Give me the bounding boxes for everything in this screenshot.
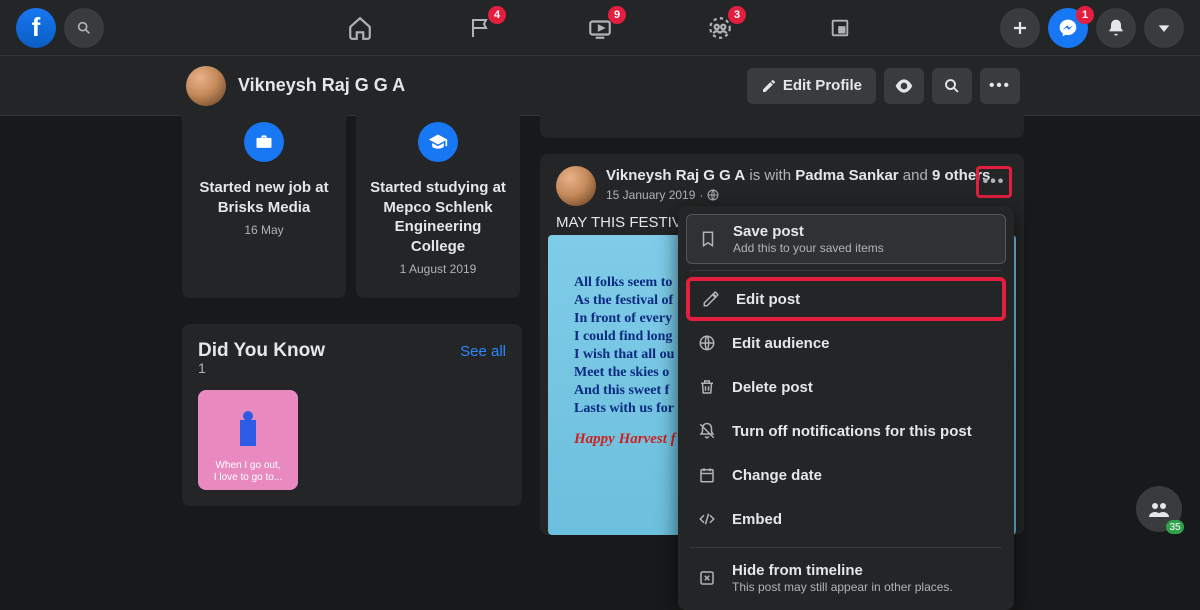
pencil-icon (761, 78, 777, 94)
pencil-icon (700, 290, 722, 308)
create-button[interactable] (1000, 8, 1040, 48)
center-nav-tabs: 4 9 3 (340, 8, 860, 48)
fab-badge: 35 (1166, 520, 1184, 534)
profile-search-button[interactable] (932, 68, 972, 104)
person-icon (240, 420, 256, 446)
menu-edit-post[interactable]: Edit post (686, 277, 1006, 321)
messenger-button[interactable]: 1 (1048, 8, 1088, 48)
life-event-date: 16 May (244, 223, 283, 237)
life-event-date: 1 August 2019 (400, 262, 477, 276)
notifications-button[interactable] (1096, 8, 1136, 48)
see-all-link[interactable]: See all (460, 343, 506, 360)
life-events-row: Started new job at Brisks Media 16 May S… (182, 106, 522, 298)
search-icon (76, 20, 92, 36)
bell-icon (1106, 18, 1126, 38)
menu-turn-off-notifications[interactable]: Turn off notifications for this post (686, 409, 1006, 453)
messenger-icon (1058, 18, 1078, 38)
graduation-icon (418, 122, 458, 162)
post-author[interactable]: Vikneysh Raj G G A (606, 167, 745, 184)
comment-input-preview[interactable] (540, 106, 1024, 138)
watch-tab[interactable]: 9 (580, 8, 620, 48)
bell-off-icon (696, 422, 718, 440)
dyk-title: Did You Know (198, 340, 325, 362)
code-icon (696, 510, 718, 528)
gaming-tab[interactable] (820, 8, 860, 48)
groups-tab[interactable]: 3 (700, 8, 740, 48)
dyk-tile-text: When I go out, I love to go to... (210, 460, 286, 484)
post-actions-menu: Save post Add this to your saved items E… (678, 206, 1014, 610)
edit-profile-button[interactable]: Edit Profile (747, 68, 876, 104)
pages-badge: 4 (488, 6, 506, 24)
search-icon (943, 77, 961, 95)
messenger-badge: 1 (1076, 6, 1094, 24)
post-actions-button[interactable]: ••• (976, 166, 1012, 198)
life-event-title: Started studying at Mepco Schlenk Engine… (368, 178, 508, 256)
menu-save-post[interactable]: Save post Add this to your saved items (686, 214, 1006, 264)
caret-down-icon (1156, 20, 1172, 36)
dyk-tile[interactable]: When I go out, I love to go to... (198, 390, 298, 490)
life-event-card[interactable]: Started new job at Brisks Media 16 May (182, 106, 346, 298)
life-event-title: Started new job at Brisks Media (194, 178, 334, 217)
post-timestamp[interactable]: 15 January 2019 · (606, 188, 995, 202)
trash-icon (696, 378, 718, 396)
subheader-actions: Edit Profile ••• (747, 68, 1020, 104)
globe-icon (696, 334, 718, 352)
gaming-icon (829, 17, 851, 39)
profile-more-button[interactable]: ••• (980, 68, 1020, 104)
dots-icon: ••• (989, 77, 1011, 94)
bookmark-icon (697, 230, 719, 248)
pages-tab[interactable]: 4 (460, 8, 500, 48)
home-icon (347, 15, 373, 41)
life-event-card[interactable]: Started studying at Mepco Schlenk Engine… (356, 106, 520, 298)
people-icon (1147, 497, 1171, 521)
x-square-icon (696, 569, 718, 587)
groups-badge: 3 (728, 6, 746, 24)
new-messages-fab[interactable]: 35 (1136, 486, 1182, 532)
content-area: Started new job at Brisks Media 16 May S… (0, 116, 1200, 535)
plus-icon (1011, 19, 1029, 37)
eye-icon (894, 76, 914, 96)
watch-badge: 9 (608, 6, 626, 24)
profile-name: Vikneysh Raj G G A (238, 75, 405, 96)
avatar[interactable] (556, 166, 596, 206)
menu-separator (690, 270, 1002, 271)
left-column: Started new job at Brisks Media 16 May S… (182, 116, 522, 535)
menu-embed[interactable]: Embed (686, 497, 1006, 541)
view-as-button[interactable] (884, 68, 924, 104)
menu-separator (690, 547, 1002, 548)
menu-change-date[interactable]: Change date (686, 453, 1006, 497)
avatar[interactable] (186, 66, 226, 106)
public-icon (707, 189, 719, 201)
account-menu-button[interactable] (1144, 8, 1184, 48)
tagged-link[interactable]: Padma Sankar (795, 167, 898, 184)
dyk-count: 1 (198, 360, 506, 376)
calendar-icon (696, 466, 718, 484)
top-nav: f 4 9 3 1 (0, 0, 1200, 56)
edit-profile-label: Edit Profile (783, 77, 862, 94)
facebook-logo[interactable]: f (16, 8, 56, 48)
did-you-know-card: Did You Know See all 1 When I go out, I … (182, 324, 522, 506)
briefcase-icon (244, 122, 284, 162)
menu-hide-from-timeline[interactable]: Hide from timeline This post may still a… (686, 554, 1006, 602)
menu-edit-audience[interactable]: Edit audience (686, 321, 1006, 365)
topnav-right: 1 (1000, 8, 1184, 48)
home-tab[interactable] (340, 8, 380, 48)
global-search-button[interactable] (64, 8, 104, 48)
post-byline: Vikneysh Raj G G A is with Padma Sankar … (606, 166, 995, 186)
menu-delete-post[interactable]: Delete post (686, 365, 1006, 409)
